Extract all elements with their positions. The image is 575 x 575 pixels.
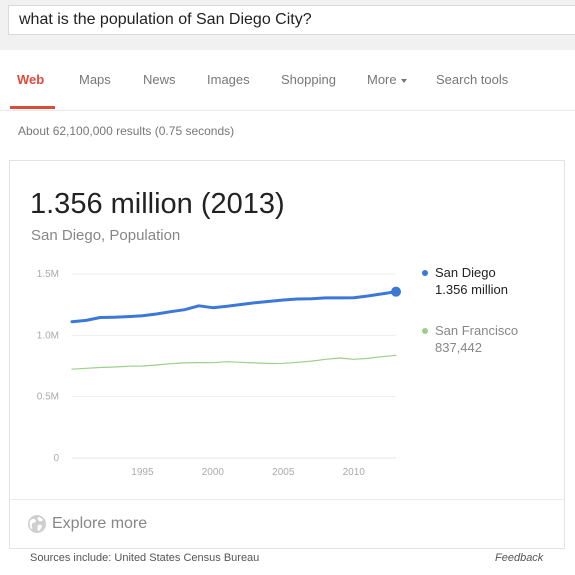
legend-item-san-diego[interactable]: San Diego 1.356 million xyxy=(422,264,508,298)
tab-more[interactable]: More xyxy=(367,72,407,87)
series-endpoint-san-diego xyxy=(391,286,401,297)
card-divider xyxy=(10,499,564,500)
tab-maps[interactable]: Maps xyxy=(79,72,111,87)
y-tick-label-1: 0.5M xyxy=(37,392,59,403)
answer-card: 1.356 million (2013) San Diego, Populati… xyxy=(9,160,565,549)
globe-icon xyxy=(28,515,46,533)
x-tick-label-3: 2010 xyxy=(343,467,366,478)
x-tick-label-1: 2000 xyxy=(202,467,225,478)
search-bar-area xyxy=(0,0,575,50)
search-box[interactable] xyxy=(8,5,575,35)
legend-value-san-diego: 1.356 million xyxy=(435,282,508,297)
y-tick-label-3: 1.5M xyxy=(37,269,59,280)
answer-subtitle: San Diego, Population xyxy=(31,227,181,244)
series-line-san-francisco xyxy=(71,354,397,370)
tab-shopping[interactable]: Shopping xyxy=(281,72,336,87)
tab-web[interactable]: Web xyxy=(17,72,44,87)
tab-search-tools[interactable]: Search tools xyxy=(436,72,508,87)
legend-dot-san-diego xyxy=(422,270,428,276)
feedback-link[interactable]: Feedback xyxy=(495,552,543,564)
y-tick-label-0: 0 xyxy=(53,453,59,464)
sources-note: Sources include: United States Census Bu… xyxy=(30,552,260,564)
active-tab-indicator xyxy=(10,106,55,109)
results-stats: About 62,100,000 results (0.75 seconds) xyxy=(18,124,235,138)
answer-headline: 1.356 million (2013) xyxy=(30,188,285,220)
y-tick-label-2: 1.0M xyxy=(37,330,59,341)
legend-name-san-francisco: San Francisco xyxy=(435,323,519,338)
series-line-san-diego xyxy=(70,290,398,324)
search-tabs: Web Maps News Images Shopping More Searc… xyxy=(0,50,575,111)
tab-more-label: More xyxy=(367,72,397,87)
x-tick-label-2: 2005 xyxy=(272,467,295,478)
legend-item-san-francisco[interactable]: San Francisco 837,442 xyxy=(422,322,519,356)
explore-more-label: Explore more xyxy=(52,515,148,532)
tab-news[interactable]: News xyxy=(143,72,176,87)
chevron-down-icon xyxy=(400,78,407,83)
legend-dot-san-francisco xyxy=(422,328,428,334)
legend-value-san-francisco: 837,442 xyxy=(435,340,482,355)
search-input[interactable] xyxy=(9,6,575,34)
legend-name-san-diego: San Diego xyxy=(435,265,496,280)
x-tick-label-0: 1995 xyxy=(131,467,154,478)
tab-images[interactable]: Images xyxy=(207,72,250,87)
